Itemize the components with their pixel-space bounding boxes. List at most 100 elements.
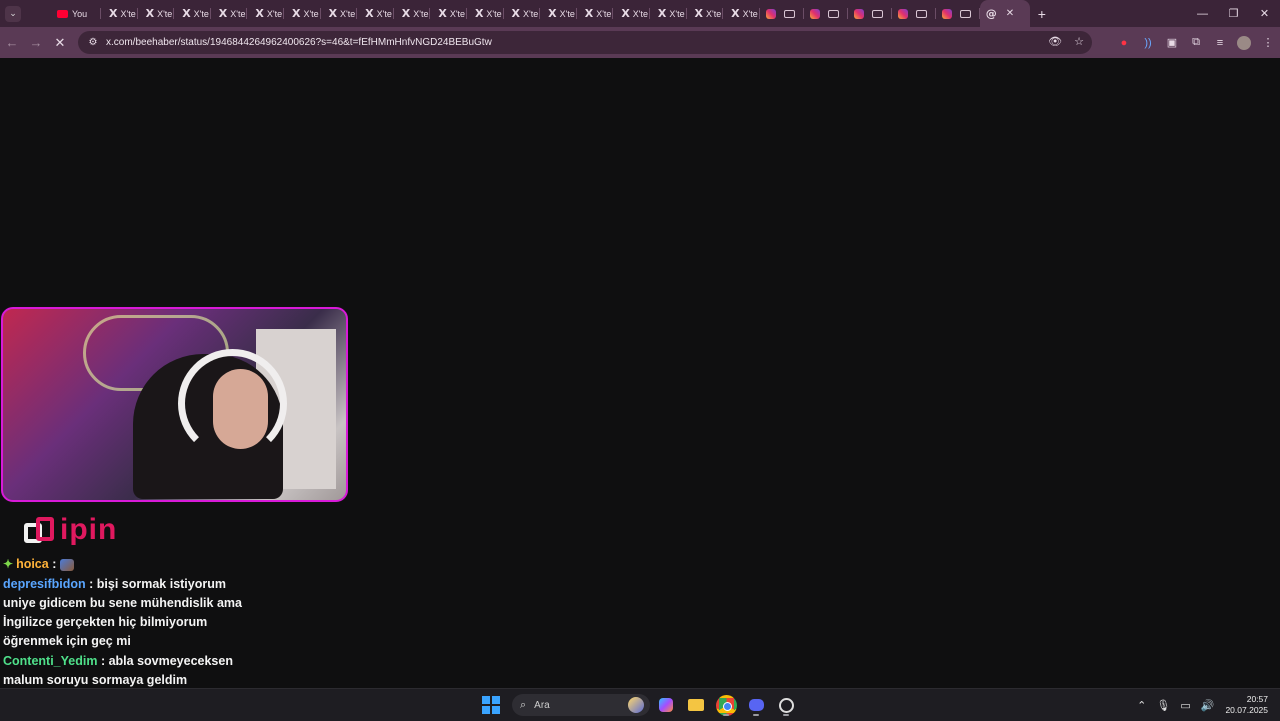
tab-x[interactable]: X X'te: [613, 0, 650, 27]
tab-label: You: [72, 8, 88, 19]
x-logo-icon: X: [109, 7, 118, 20]
tab-x[interactable]: X X'te: [284, 0, 321, 27]
forward-button[interactable]: →: [24, 35, 48, 50]
tab-close-icon[interactable]: ✕: [1006, 8, 1014, 19]
tab-label: X'te: [486, 8, 502, 19]
taskbar-search[interactable]: ⌕ Ara: [512, 694, 650, 716]
back-button[interactable]: ←: [0, 35, 24, 50]
tab-x[interactable]: X X'te: [211, 0, 248, 27]
discord-app[interactable]: [742, 693, 770, 717]
tab-x[interactable]: X X'te: [650, 0, 687, 27]
tab-x[interactable]: X X'te: [101, 0, 138, 27]
extensions-puzzle-icon[interactable]: ⧉: [1184, 36, 1208, 49]
file-explorer-app[interactable]: [682, 693, 710, 717]
page-content: ipin ✦ hoica : depresifbidon : bişi sorma…: [0, 58, 1280, 707]
x-logo-icon: X: [145, 7, 155, 20]
copilot-app[interactable]: [652, 693, 680, 717]
bookmark-star-icon[interactable]: ☆: [1074, 35, 1084, 48]
tab-label: X'te: [523, 8, 539, 19]
x-logo-icon: X: [731, 7, 740, 20]
chrome-icon: [715, 694, 737, 716]
tab-search-button[interactable]: ⌄: [5, 5, 21, 22]
x-logo-icon: X: [218, 7, 228, 20]
tab-label: X'te: [559, 8, 575, 19]
tab-instagram[interactable]: [892, 0, 936, 27]
chat-emote-icon: [59, 558, 74, 571]
x-logo-icon: X: [401, 7, 411, 20]
tab-instagram[interactable]: [848, 0, 892, 27]
other-app[interactable]: [772, 693, 800, 717]
tab-label: X'te: [120, 8, 136, 19]
clock-time: 20:57: [1246, 694, 1268, 704]
x-logo-icon: X: [584, 7, 594, 20]
audio-extension-icon[interactable]: )): [1136, 37, 1160, 49]
youtube-icon: [57, 9, 68, 18]
tab-x[interactable]: X X'te: [174, 0, 211, 27]
menu-kebab-icon[interactable]: ⋮: [1256, 36, 1280, 49]
x-logo-icon: X: [182, 7, 191, 20]
site-info-icon[interactable]: ⚙: [86, 36, 100, 50]
logo-text: ipin: [60, 513, 118, 546]
chat-username: depresifbidon: [3, 577, 86, 591]
close-window-button[interactable]: ✕: [1249, 7, 1280, 20]
x-logo-icon: X: [255, 7, 264, 20]
tab-x[interactable]: X X'te: [504, 0, 541, 27]
tab-instagram[interactable]: [760, 0, 804, 27]
system-tray: ⌃ 🎙 ▭ 🔊 20:57 20.07.2025: [1132, 689, 1280, 721]
volume-icon[interactable]: 🔊: [1201, 699, 1215, 712]
microphone-icon[interactable]: 🎙: [1156, 699, 1170, 712]
new-tab-button[interactable]: +: [1038, 6, 1046, 22]
address-bar[interactable]: ⚙ x.com/beehaber/status/1946844264962400…: [78, 31, 1092, 54]
clock[interactable]: 20:57 20.07.2025: [1225, 694, 1268, 716]
tab-label: X'te: [705, 8, 722, 19]
tab-x[interactable]: X X'te: [394, 0, 431, 27]
tab-x[interactable]: X X'te: [577, 0, 614, 27]
clock-date: 20.07.2025: [1225, 705, 1268, 715]
tab-instagram[interactable]: [804, 0, 848, 27]
profile-avatar[interactable]: [1237, 35, 1251, 50]
tab-label: X'te: [376, 8, 392, 19]
tab-x[interactable]: X X'te: [723, 0, 760, 27]
x-logo-icon: X: [365, 7, 374, 20]
minimize-button[interactable]: —: [1187, 8, 1218, 20]
media-control-icon[interactable]: ≡: [1208, 37, 1232, 49]
url-text[interactable]: x.com/beehaber/status/194684426496240062…: [106, 37, 492, 48]
tab-x[interactable]: X X'te: [247, 0, 284, 27]
network-icon[interactable]: ▭: [1180, 699, 1190, 712]
tab-list: You X X'te X X'te X X'te X X'te X X'te X X'te X X'te X X…: [27, 0, 980, 27]
tab-active[interactable]: @ ✕: [979, 0, 1030, 27]
tab-x[interactable]: X X'te: [321, 0, 358, 27]
start-button[interactable]: [482, 696, 500, 714]
streamer-logo: ipin: [24, 513, 117, 547]
tab-label: X'te: [157, 8, 173, 19]
restore-button[interactable]: ❐: [1218, 7, 1249, 20]
x-logo-icon: X: [291, 7, 301, 20]
tab-x[interactable]: X X'te: [430, 0, 467, 27]
tab-label: X'te: [632, 8, 649, 19]
tab-youtube[interactable]: You: [27, 0, 101, 27]
tab-instagram[interactable]: [936, 0, 980, 27]
instagram-icon: [809, 8, 820, 19]
record-extension-icon[interactable]: ●: [1112, 37, 1136, 49]
folder-icon: [688, 699, 704, 711]
tab-label: X'te: [230, 8, 246, 19]
tab-x[interactable]: X X'te: [467, 0, 504, 27]
threads-icon: @: [985, 7, 997, 20]
tab-x[interactable]: X X'te: [138, 0, 175, 27]
media-playing-icon: [783, 9, 795, 18]
webcam-video[interactable]: [1, 307, 348, 502]
chrome-app[interactable]: [712, 693, 740, 717]
stop-loading-button[interactable]: ✕: [48, 35, 72, 51]
x-logo-icon: X: [694, 7, 703, 20]
chevron-up-icon[interactable]: ⌃: [1137, 699, 1146, 712]
shield-extension-icon[interactable]: ▣: [1160, 36, 1184, 49]
x-logo-icon: X: [511, 7, 521, 20]
search-highlight-icon: [628, 697, 644, 713]
tab-label: X'te: [742, 8, 758, 19]
chat-username: Contenti_Yedim: [3, 654, 98, 668]
eye-off-icon[interactable]: 👁: [1048, 35, 1062, 48]
instagram-icon: [765, 8, 776, 19]
tab-x[interactable]: X X'te: [357, 0, 394, 27]
tab-x[interactable]: X X'te: [540, 0, 577, 27]
tab-x[interactable]: X X'te: [687, 0, 724, 27]
